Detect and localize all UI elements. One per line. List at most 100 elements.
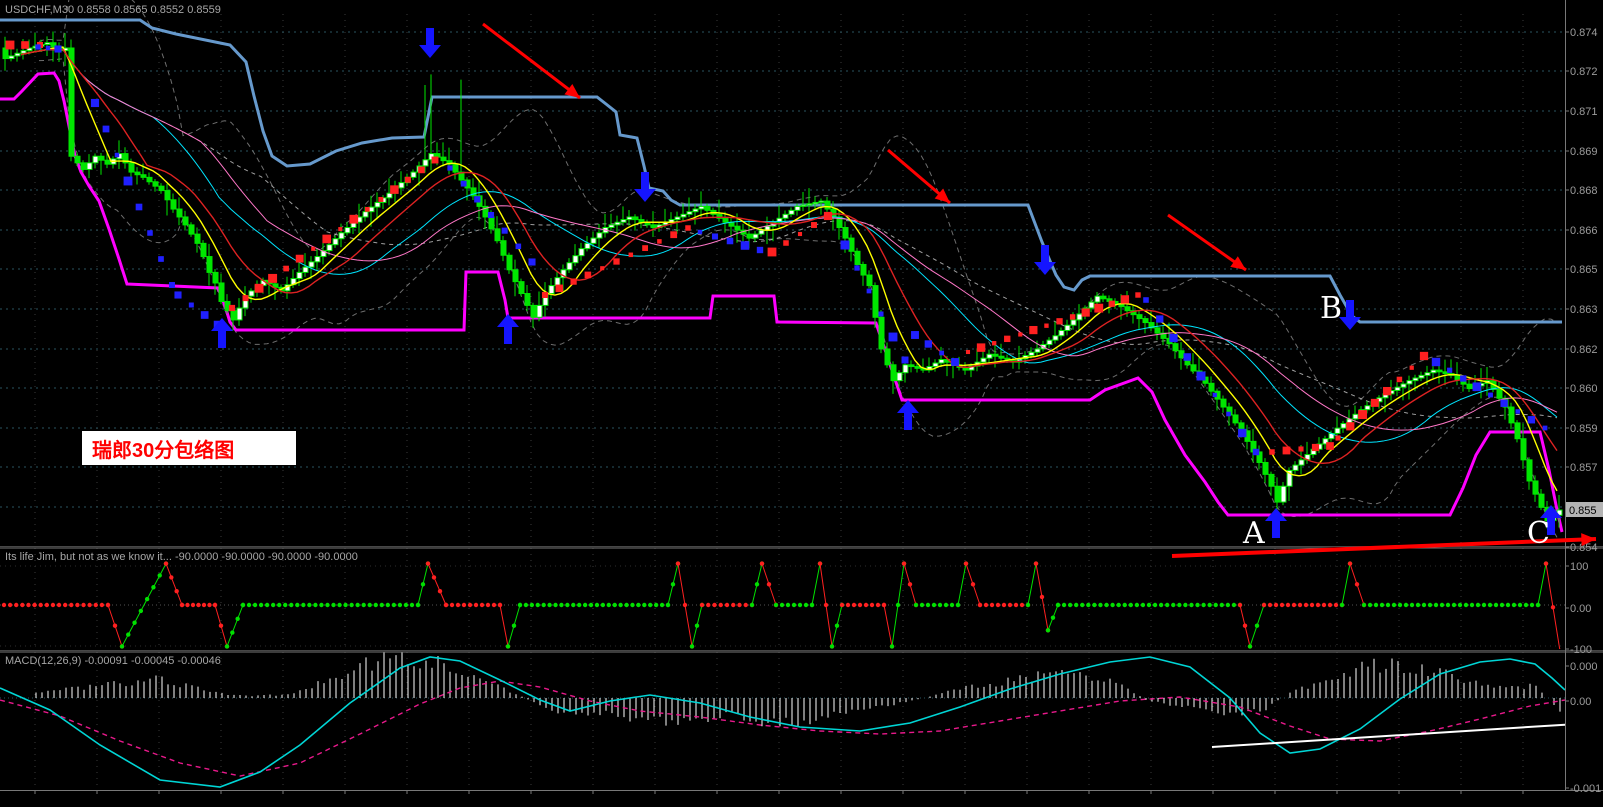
signal-arrow-objects[interactable] <box>211 28 1562 538</box>
red-trend-dot <box>811 222 817 228</box>
red-trend-dot <box>431 156 439 164</box>
red-trend-dot <box>1108 300 1115 307</box>
blue-trend-dot <box>1527 416 1536 424</box>
red-trend-dot <box>555 284 564 293</box>
red-trend-dot <box>21 41 29 49</box>
trend-dot-squares <box>5 40 1548 456</box>
white-trendline-object[interactable] <box>1211 723 1592 748</box>
red-trend-dot <box>311 246 316 251</box>
axis-label: 0.857 <box>1570 462 1598 474</box>
blue-trend-dot <box>1472 382 1482 392</box>
blue-trend-dot <box>911 331 919 339</box>
buy-arrow-object[interactable] <box>897 400 919 430</box>
blue-trend-dot <box>1500 399 1508 407</box>
annotation-label-box[interactable]: 瑞郎30分包络图 <box>82 431 296 465</box>
red-trend-dot <box>268 273 278 283</box>
blue-trend-dot <box>501 227 508 234</box>
blue-trend-dot <box>1226 411 1231 417</box>
blue-trend-dot <box>474 196 481 203</box>
red-trend-dot <box>670 231 678 239</box>
red-trend-dot <box>797 231 803 237</box>
sell-arrow-object[interactable] <box>419 28 441 58</box>
red-trend-dot <box>1409 365 1414 370</box>
red-trend-dot <box>642 245 649 252</box>
red-trend-dot <box>1029 325 1038 335</box>
red-trend-dot <box>965 349 971 355</box>
blue-trend-dot <box>158 256 164 262</box>
red-trend-dot <box>254 283 264 293</box>
red-trend-dot <box>976 343 986 352</box>
red-trend-dot <box>1081 308 1090 317</box>
drawn-annotations[interactable]: A B C <box>482 22 1597 558</box>
red-trend-dot <box>1282 446 1291 455</box>
axis-label: -100 <box>1570 644 1592 656</box>
red-trend-dot <box>613 258 620 265</box>
sell-arrow-object[interactable] <box>634 172 656 202</box>
red-trend-dot <box>5 40 15 50</box>
blue-trend-dot <box>1252 448 1260 456</box>
blue-trend-dot <box>878 311 884 317</box>
red-trend-dot <box>228 304 236 312</box>
blue-trend-dot <box>1460 375 1467 382</box>
red-trend-dot <box>322 234 332 244</box>
blue-trend-dot <box>460 180 467 187</box>
blue-trend-dot <box>866 288 872 294</box>
sell-arrow-object[interactable] <box>1339 300 1361 330</box>
blue-trend-dot <box>114 152 120 158</box>
blue-trend-dot <box>515 243 522 250</box>
red-trend-dot <box>685 225 691 231</box>
text-label-object-C[interactable]: C <box>1527 516 1550 551</box>
red-trend-dot <box>1311 443 1320 452</box>
red-trend-dot <box>541 291 549 299</box>
red-trend-dot <box>1120 295 1130 304</box>
blue-trend-dot <box>35 44 41 50</box>
blue-trend-dot <box>939 350 945 356</box>
blue-trend-dot <box>102 125 110 133</box>
red-trend-dot <box>242 295 249 302</box>
svg-text:0.855: 0.855 <box>1569 505 1597 517</box>
red-trend-dot <box>283 265 289 272</box>
axis-label: 0.862 <box>1570 344 1598 356</box>
red-trend-dot <box>1326 442 1334 450</box>
red-trend-dot <box>1382 386 1392 396</box>
blue-trend-dot <box>169 282 175 288</box>
text-label-object-B[interactable]: B <box>1320 291 1342 326</box>
blue-trend-dot <box>1143 297 1149 303</box>
red-trend-dot <box>338 227 343 232</box>
blue-trend-dot <box>1196 371 1206 381</box>
red-trend-dot <box>378 196 384 202</box>
red-trend-dot <box>295 254 304 263</box>
buy-arrow-object[interactable] <box>1265 508 1287 538</box>
blue-trend-dot <box>1183 353 1192 361</box>
blue-trend-dot <box>697 229 703 235</box>
blue-trend-dot <box>1515 409 1521 414</box>
red-trend-dot <box>823 211 833 221</box>
blue-trend-dot <box>840 240 850 250</box>
axis-label: 0.000 <box>1570 661 1598 673</box>
blue-trend-dot <box>756 246 764 254</box>
red-trend-dot <box>584 271 592 279</box>
text-label-object-A[interactable]: A <box>1242 516 1265 551</box>
label-box-text: 瑞郎30分包络图 <box>92 438 234 462</box>
red-trend-dot <box>767 247 777 257</box>
axis-label: 0.874 <box>1570 27 1598 39</box>
macd-panel[interactable] <box>0 651 1592 788</box>
blue-trend-dot <box>174 291 182 299</box>
red-trend-dot <box>1396 376 1403 383</box>
blue-trend-dot <box>200 311 209 319</box>
macd-title: MACD(12,26,9) -0.00091 -0.00045 -0.00046 <box>5 655 221 667</box>
blue-trend-dot <box>528 258 536 266</box>
axis-label: 0.859 <box>1570 423 1598 435</box>
oscillator-panel[interactable] <box>0 561 1565 653</box>
red-trend-dot <box>1335 435 1341 441</box>
axis-label: 0.871 <box>1570 106 1598 118</box>
blue-trend-dot <box>45 45 51 51</box>
blue-trend-dot <box>188 302 194 308</box>
red-trend-dot <box>390 185 399 194</box>
red-trend-dot <box>783 240 789 246</box>
axis-label: 0.00 <box>1570 696 1591 708</box>
red-trend-dot <box>404 176 411 183</box>
chart-canvas[interactable]: 0.874 0.872 0.871 0.869 0.868 0.866 0.865 0.863… <box>0 0 1603 807</box>
blue-trend-dot <box>487 211 495 219</box>
blue-trend-dot <box>888 332 898 342</box>
